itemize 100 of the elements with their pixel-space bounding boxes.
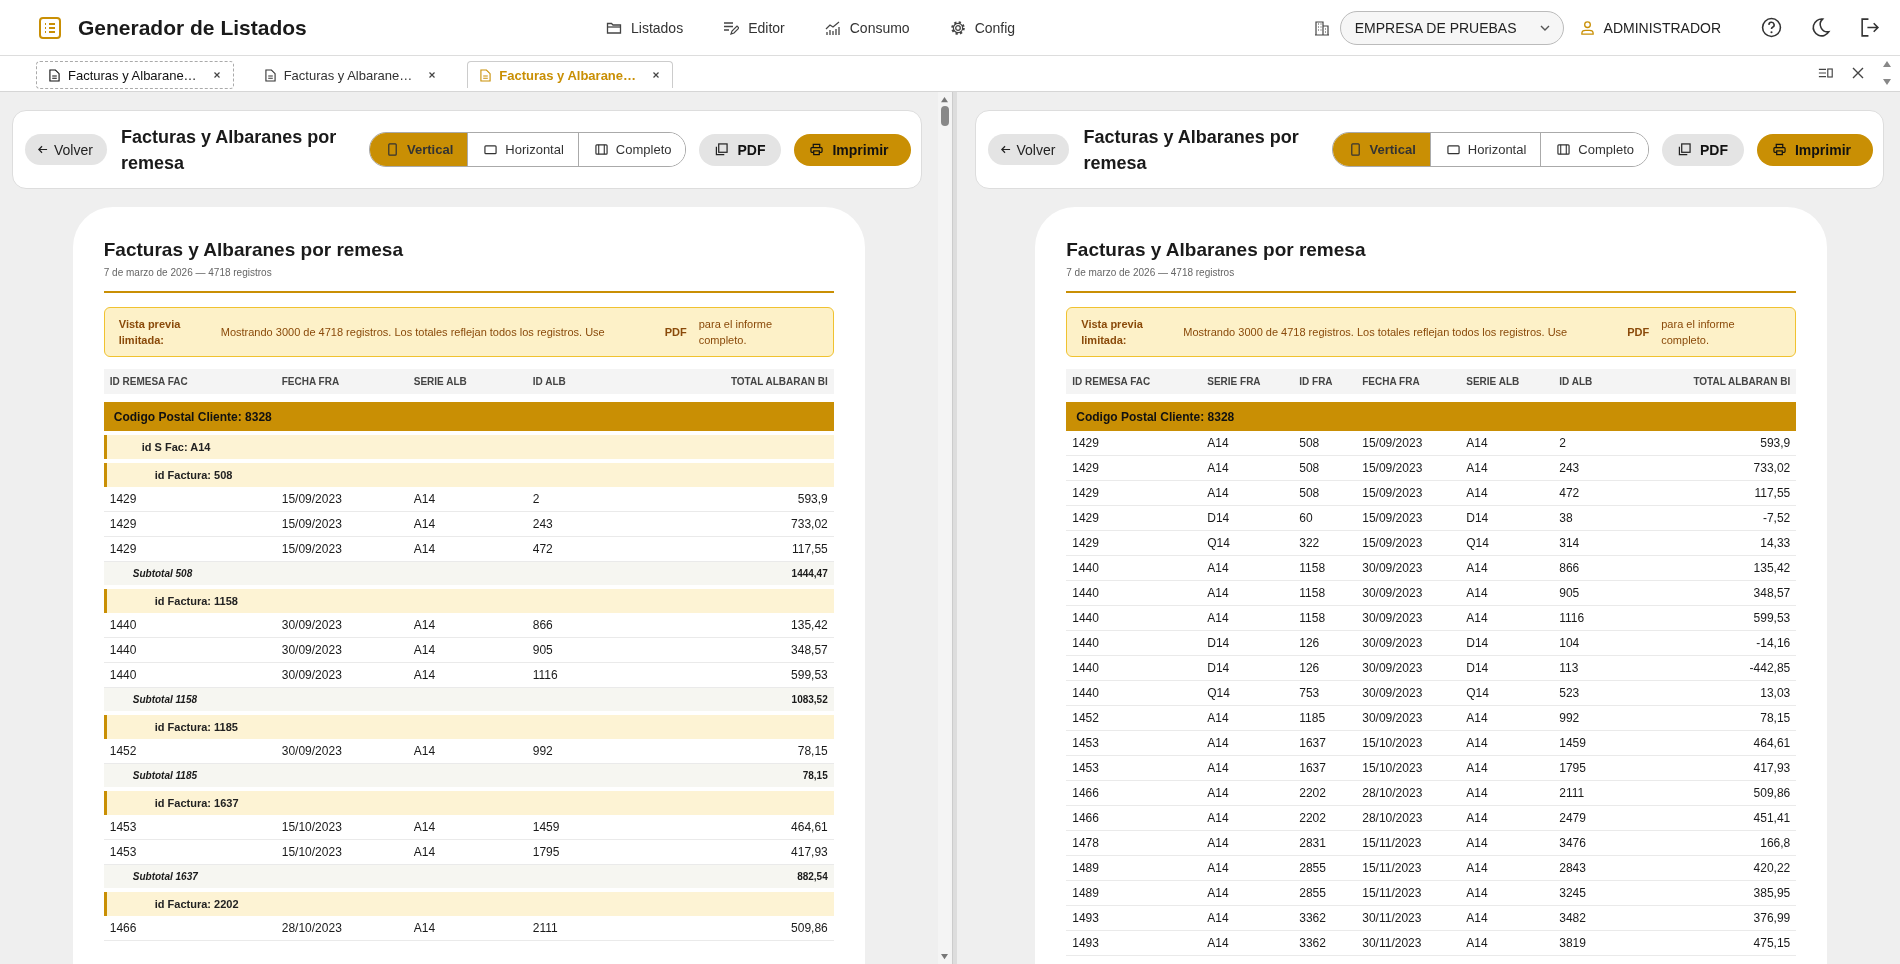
pdf-button[interactable]: PDF <box>1662 133 1744 166</box>
table-cell-text: 322 <box>1299 536 1321 550</box>
table-cell-text: 1440 <box>1072 636 1100 650</box>
table-cell-text: 905 <box>532 643 554 657</box>
table-cell-text: 2111 <box>532 921 559 935</box>
table-cell-text: 15/10/2023 <box>281 820 343 834</box>
table-cell-text: A14 <box>1207 786 1230 800</box>
table-cell-text: 1453 <box>1072 761 1100 775</box>
document-tab[interactable]: Facturas y Albarane… <box>36 61 234 89</box>
table-cell-text: Q14 <box>1207 686 1231 700</box>
table-cell-text: 60 <box>1299 511 1314 525</box>
table-cell-text: 1429 <box>1072 486 1100 500</box>
table-cell-text: 14,33 <box>1759 536 1791 550</box>
table-cell-text: A14 <box>1207 611 1230 625</box>
pdf-link[interactable]: PDF <box>1627 324 1650 340</box>
subtotal-value: 1444,47 <box>791 568 828 579</box>
table-cell-text: 30/09/2023 <box>1362 611 1424 625</box>
back-button[interactable]: Volver <box>25 134 107 165</box>
nav-link[interactable]: Editor <box>723 19 785 36</box>
table-cell-text: Q14 <box>1466 686 1490 700</box>
table-cell-text: 1429 <box>109 542 138 556</box>
bar-chart-icon <box>824 19 841 36</box>
table-cell-text: 135,42 <box>790 618 828 632</box>
table-cell-text: D14 <box>1466 636 1490 650</box>
notice-text: para el informe completo. <box>698 317 774 348</box>
table-cell-text: 1478 <box>1072 836 1100 850</box>
table-cell-text: 30/09/2023 <box>281 744 343 758</box>
print-button[interactable]: Imprimir <box>794 133 911 166</box>
user-name[interactable]: ADMINISTRADOR <box>1579 19 1721 36</box>
view-mode-option[interactable]: Completo <box>1540 133 1648 166</box>
view-mode-option[interactable]: Vertical <box>1332 133 1430 166</box>
column-header: ID ALB <box>1559 376 1594 387</box>
notice-text: para el informe completo. <box>1661 317 1736 348</box>
scroll-up-icon[interactable] <box>940 96 949 103</box>
table-cell-text: A14 <box>1207 886 1230 900</box>
table-cell-text: 509,86 <box>1752 786 1791 800</box>
document-tab[interactable]: Facturas y Albarane… <box>251 61 450 88</box>
logout-icon[interactable] <box>1859 17 1880 38</box>
table-cell-text: 30/09/2023 <box>281 618 343 632</box>
table-cell-text: 1452 <box>1072 711 1100 725</box>
close-icon[interactable] <box>652 71 661 79</box>
table-cell-text: 15/09/2023 <box>1362 511 1424 525</box>
help-icon[interactable] <box>1761 17 1782 38</box>
table-cell-text: Q14 <box>1466 536 1490 550</box>
table-cell-text: 1637 <box>1299 736 1327 750</box>
scrollbar[interactable] <box>937 92 952 964</box>
table-cell-text: 992 <box>532 744 554 758</box>
back-button[interactable]: Volver <box>987 134 1070 165</box>
table-cell-text: 2479 <box>1559 811 1587 825</box>
column-header: FECHA FRA <box>1362 376 1421 387</box>
print-button[interactable]: Imprimir <box>1757 133 1873 166</box>
table-cell-text: 1440 <box>1072 561 1100 575</box>
nav-link[interactable]: Consumo <box>824 19 910 36</box>
group-header: id S Fac: A14 <box>103 435 834 459</box>
table-cell-text: 472 <box>532 542 554 556</box>
scrollbar-thumb[interactable] <box>940 106 949 126</box>
table-cell-text: 126 <box>1299 636 1321 650</box>
pdf-button[interactable]: PDF <box>699 133 782 166</box>
table-cell-text: A14 <box>1207 461 1230 475</box>
table-cell-text: A14 <box>1466 736 1489 750</box>
split-view-icon[interactable] <box>1818 66 1834 80</box>
view-mode-option[interactable]: Completo <box>577 133 686 166</box>
table-cell-text: 1440 <box>1072 686 1100 700</box>
table-cell-text: 15/09/2023 <box>1362 536 1424 550</box>
table-cell-text: 1429 <box>1072 461 1100 475</box>
table-cell-text: 3245 <box>1559 886 1587 900</box>
table-cell-text: A14 <box>413 820 437 834</box>
table-cell-text: 15/10/2023 <box>1362 736 1424 750</box>
group-header: id Factura: 1158 <box>103 589 834 613</box>
table-cell-text: 104 <box>1559 636 1581 650</box>
document-icon <box>480 68 492 82</box>
column-header: TOTAL ALBARAN BI <box>729 376 828 387</box>
company-select[interactable]: EMPRESA DE PRUEBAS <box>1339 10 1564 45</box>
table-cell-text: A14 <box>1207 936 1230 950</box>
table-cell-text: 1429 <box>1072 511 1100 525</box>
moon-icon[interactable] <box>1810 17 1831 38</box>
table-cell-text: A14 <box>1207 561 1230 575</box>
table-cell-text: A14 <box>1466 886 1489 900</box>
table-cell-text: 733,02 <box>1752 461 1791 475</box>
close-icon[interactable] <box>212 71 221 79</box>
table-cell-text: 15/09/2023 <box>1362 486 1424 500</box>
table-cell-text: 464,61 <box>1752 736 1791 750</box>
table-cell-text: 78,15 <box>796 744 828 758</box>
table-cell-text: 15/11/2023 <box>1362 861 1423 875</box>
column-header: TOTAL ALBARAN BI <box>1692 376 1791 387</box>
nav-link[interactable]: Listados <box>606 19 684 36</box>
table-cell-text: 2202 <box>1299 786 1327 800</box>
close-icon[interactable] <box>1850 66 1866 80</box>
nav-link[interactable]: Config <box>949 19 1016 36</box>
subtotal-label: Subtotal 1637 <box>132 871 198 882</box>
scroll-down-icon[interactable] <box>940 953 949 960</box>
table-cell-text: 1440 <box>1072 586 1100 600</box>
table-cell-text: 2 <box>532 492 541 506</box>
close-icon[interactable] <box>428 71 437 79</box>
table-cell-text: 78,15 <box>1759 711 1791 725</box>
table-cell-text: A14 <box>1466 911 1489 925</box>
view-mode-option[interactable]: Vertical <box>370 133 468 166</box>
column-header: SERIE ALB <box>1466 376 1521 387</box>
pdf-link[interactable]: PDF <box>664 324 687 340</box>
table-cell-text: A14 <box>1466 711 1489 725</box>
